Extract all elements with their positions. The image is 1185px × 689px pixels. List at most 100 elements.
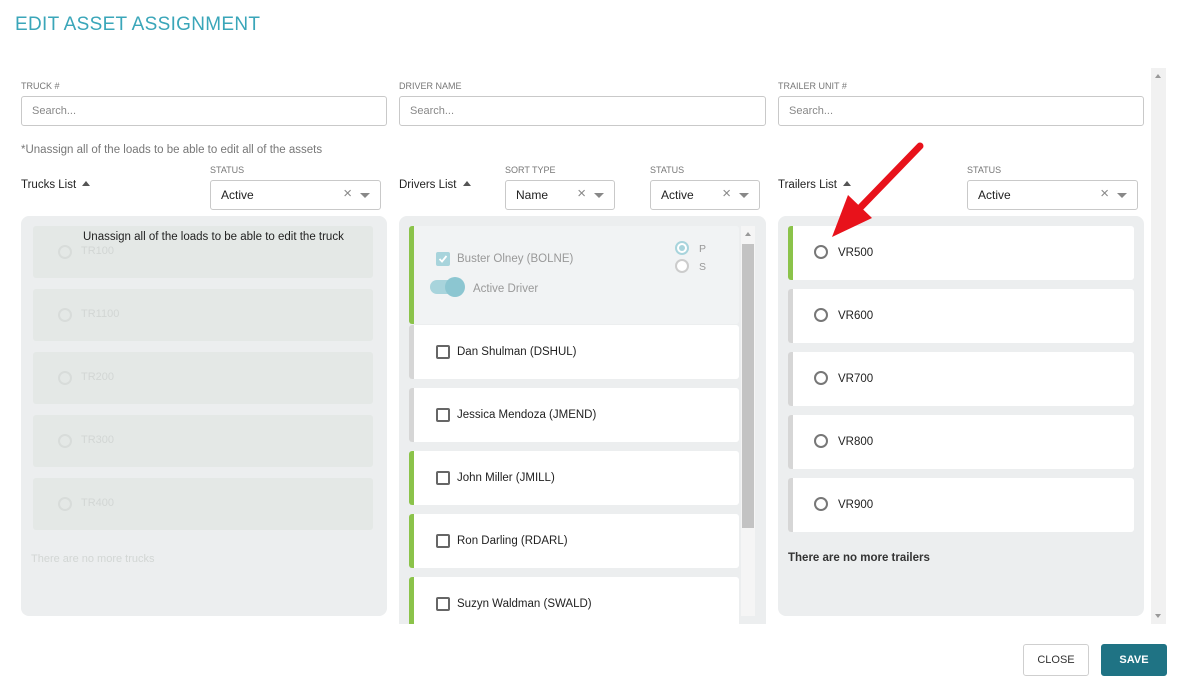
active-indicator — [409, 514, 414, 568]
radio-icon — [58, 434, 72, 448]
dialog-content: TRUCK # Search... DRIVER NAME Search... … — [0, 68, 1150, 624]
driver-name: Ron Darling (RDARL) — [457, 535, 568, 547]
radio-icon[interactable] — [814, 434, 828, 448]
drivers-status-value: Active — [661, 188, 694, 202]
drivers-scrollbar[interactable] — [741, 226, 755, 616]
truck-item: TR300 — [33, 415, 373, 467]
chevron-down-icon[interactable] — [1117, 193, 1127, 198]
driver-card[interactable]: Ron Darling (RDARL) — [409, 514, 739, 568]
driver-name: Suzyn Waldman (SWALD) — [457, 598, 592, 610]
trailer-label: VR900 — [838, 499, 874, 511]
truck-item: TR1100 — [33, 289, 373, 341]
truck-item-label: TR200 — [81, 371, 115, 383]
inactive-indicator — [788, 289, 793, 343]
trailer-label: VR500 — [838, 247, 874, 259]
drivers-list-title: Drivers List — [399, 179, 457, 191]
secondary-label: S — [699, 261, 707, 273]
checkbox-icon[interactable] — [436, 345, 450, 359]
radio-icon — [58, 371, 72, 385]
trailers-end-text: There are no more trailers — [788, 552, 930, 564]
clear-icon[interactable]: × — [343, 181, 352, 207]
truck-item: TR200 — [33, 352, 373, 404]
trailer-card[interactable]: VR800 — [788, 415, 1134, 469]
radio-icon — [58, 497, 72, 511]
driver-card[interactable]: Dan Shulman (DSHUL) — [409, 325, 739, 379]
save-button[interactable]: SAVE — [1101, 644, 1167, 676]
radio-icon[interactable] — [814, 371, 828, 385]
driver-name-label: DRIVER NAME — [399, 81, 462, 91]
active-indicator — [788, 226, 793, 280]
trailer-card[interactable]: VR600 — [788, 289, 1134, 343]
driver-name: Buster Olney (BOLNE) — [457, 253, 574, 265]
clear-icon[interactable]: × — [577, 181, 586, 207]
close-button[interactable]: CLOSE — [1023, 644, 1089, 676]
active-driver-label: Active Driver — [473, 283, 539, 295]
truck-number-label: TRUCK # — [21, 81, 60, 91]
dialog-scrollbar[interactable] — [1151, 68, 1166, 624]
scroll-down-icon[interactable] — [1155, 614, 1161, 618]
checkbox-icon[interactable] — [436, 534, 450, 548]
checkbox-checked-icon[interactable] — [436, 252, 450, 266]
trailer-label: VR800 — [838, 436, 874, 448]
drivers-sort-value: Name — [516, 188, 549, 202]
trailers-status-value: Active — [978, 188, 1011, 202]
trucks-list-header[interactable]: Trucks List — [21, 179, 91, 191]
clear-icon[interactable]: × — [722, 181, 731, 207]
driver-card-selected[interactable]: Buster Olney (BOLNE) Active Driver P S — [409, 226, 739, 324]
drivers-status-label: STATUS — [650, 165, 685, 175]
primary-radio[interactable] — [675, 241, 689, 255]
chevron-down-icon[interactable] — [594, 193, 604, 198]
trailers-panel: VR500 VR600 VR700 VR800 VR900 There are … — [778, 216, 1144, 616]
radio-icon — [58, 308, 72, 322]
checkbox-icon[interactable] — [436, 408, 450, 422]
page-title: EDIT ASSET ASSIGNMENT — [15, 14, 261, 35]
trucks-panel: TR100 TR1100 TR200 TR300 TR400 There are… — [21, 216, 387, 616]
drivers-list-header[interactable]: Drivers List — [399, 179, 471, 191]
trucks-end-text: There are no more trucks — [31, 553, 155, 565]
radio-icon[interactable] — [814, 308, 828, 322]
chevron-down-icon[interactable] — [360, 193, 370, 198]
scroll-up-icon[interactable] — [1155, 74, 1161, 78]
inactive-indicator — [409, 388, 414, 442]
chevron-down-icon[interactable] — [739, 193, 749, 198]
trailer-search-input[interactable]: Search... — [778, 96, 1144, 126]
active-indicator — [409, 577, 414, 624]
truck-item-label: TR400 — [81, 497, 115, 509]
active-indicator — [409, 451, 414, 505]
active-indicator — [409, 226, 414, 324]
trailer-unit-label: TRAILER UNIT # — [778, 81, 847, 91]
radio-icon[interactable] — [814, 497, 828, 511]
inactive-indicator — [788, 352, 793, 406]
truck-item-label: TR1100 — [81, 308, 120, 320]
clear-icon[interactable]: × — [1100, 181, 1109, 207]
truck-item-label: TR100 — [81, 245, 115, 257]
checkbox-icon[interactable] — [436, 597, 450, 611]
trailers-status-select[interactable]: Active × — [967, 180, 1138, 210]
active-driver-toggle[interactable] — [430, 277, 465, 297]
truck-item-label: TR300 — [81, 434, 115, 446]
secondary-radio[interactable] — [675, 259, 689, 273]
trucks-status-select[interactable]: Active × — [210, 180, 381, 210]
truck-item: TR400 — [33, 478, 373, 530]
inactive-indicator — [788, 415, 793, 469]
driver-name: Dan Shulman (DSHUL) — [457, 346, 577, 358]
checkbox-icon[interactable] — [436, 471, 450, 485]
driver-search-input[interactable]: Search... — [399, 96, 766, 126]
trailer-card[interactable]: VR700 — [788, 352, 1134, 406]
annotation-arrow-icon — [832, 142, 924, 237]
radio-icon[interactable] — [814, 245, 828, 259]
driver-card[interactable]: Suzyn Waldman (SWALD) — [409, 577, 739, 624]
truck-search-input[interactable]: Search... — [21, 96, 387, 126]
trucks-list-title: Trucks List — [21, 179, 77, 191]
drivers-sort-select[interactable]: Name × — [505, 180, 615, 210]
scroll-thumb[interactable] — [742, 244, 754, 528]
trucks-overlay-message: Unassign all of the loads to be able to … — [83, 231, 344, 243]
drivers-sort-label: SORT TYPE — [505, 165, 556, 175]
drivers-status-select[interactable]: Active × — [650, 180, 760, 210]
unassign-note: *Unassign all of the loads to be able to… — [21, 144, 323, 156]
primary-label: P — [699, 243, 707, 255]
scroll-up-icon[interactable] — [745, 232, 751, 236]
driver-card[interactable]: John Miller (JMILL) — [409, 451, 739, 505]
trailer-card[interactable]: VR900 — [788, 478, 1134, 532]
driver-card[interactable]: Jessica Mendoza (JMEND) — [409, 388, 739, 442]
